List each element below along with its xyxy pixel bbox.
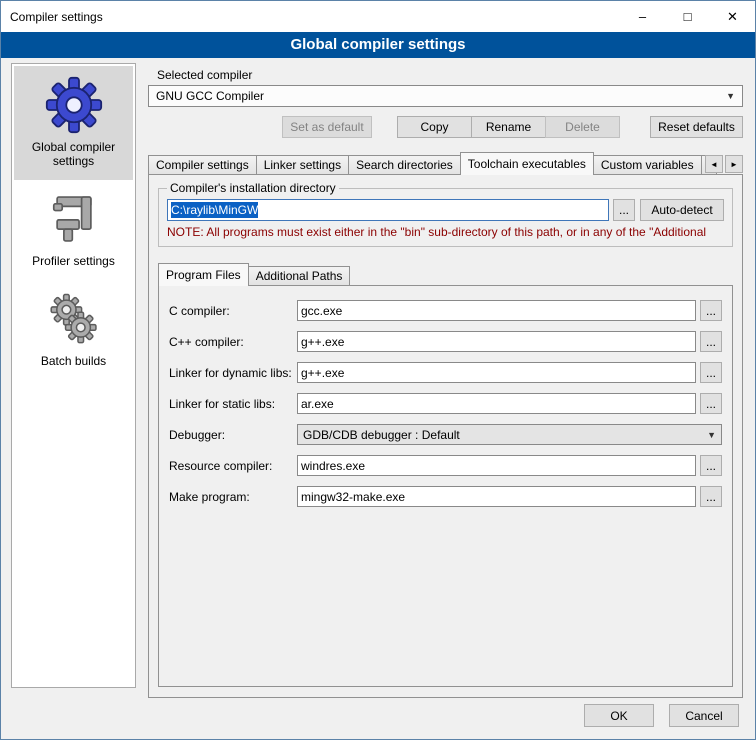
- linker-dynamic-browse-button[interactable]: ...: [700, 362, 722, 383]
- sidebar-item-batch-builds[interactable]: Batch builds: [14, 280, 133, 380]
- field-row: Resource compiler: windres.exe ...: [169, 455, 722, 476]
- stacked-gears-icon: [47, 290, 101, 348]
- field-row: C compiler: gcc.exe ...: [169, 300, 722, 321]
- tab-program-files[interactable]: Program Files: [158, 263, 249, 286]
- set-as-default-button[interactable]: Set as default: [282, 116, 372, 138]
- tab-compiler-settings[interactable]: Compiler settings: [148, 155, 257, 175]
- field-row: C++ compiler: g++.exe ...: [169, 331, 722, 352]
- chevron-down-icon: ▼: [720, 91, 735, 101]
- debugger-select-value: GDB/CDB debugger : Default: [303, 428, 460, 442]
- window-title: Compiler settings: [1, 10, 103, 24]
- close-button[interactable]: ✕: [710, 1, 755, 32]
- program-files-page: C compiler: gcc.exe ... C++ compiler: g+…: [158, 285, 733, 687]
- settings-sidebar: Global compiler settings Profiler se: [11, 63, 136, 688]
- auto-detect-button[interactable]: Auto-detect: [640, 199, 724, 221]
- tab-additional-paths[interactable]: Additional Paths: [248, 266, 351, 286]
- compiler-select[interactable]: GNU GCC Compiler ▼: [148, 85, 743, 107]
- tab-custom-variables[interactable]: Custom variables: [593, 155, 702, 175]
- field-label: C++ compiler:: [169, 335, 297, 349]
- sidebar-item-label: Profiler settings: [32, 254, 115, 268]
- linker-static-value: ar.exe: [301, 397, 334, 411]
- linker-dynamic-value: g++.exe: [301, 366, 344, 380]
- field-row: Debugger: GDB/CDB debugger : Default ▼: [169, 424, 722, 445]
- rename-button[interactable]: Rename: [471, 116, 546, 138]
- sidebar-item-label: Global compiler settings: [16, 140, 131, 168]
- installation-directory-group: Compiler's installation directory C:\ray…: [158, 181, 733, 247]
- make-program-browse-button[interactable]: ...: [700, 486, 722, 507]
- sidebar-item-label: Batch builds: [41, 354, 106, 368]
- dialog-footer: OK Cancel: [1, 698, 755, 739]
- installation-directory-row: C:\raylib\MinGW ... Auto-detect: [167, 199, 724, 221]
- compiler-settings-window: Compiler settings – □ ✕ Global compiler …: [0, 0, 756, 740]
- field-label: Make program:: [169, 490, 297, 504]
- resource-compiler-browse-button[interactable]: ...: [700, 455, 722, 476]
- tab-scroll-left-button[interactable]: ◄: [705, 155, 723, 173]
- linker-static-input[interactable]: ar.exe: [297, 393, 696, 414]
- c-compiler-value: gcc.exe: [301, 304, 342, 318]
- profiler-tool-icon: [47, 190, 101, 248]
- field-label: Debugger:: [169, 428, 297, 442]
- field-label: C compiler:: [169, 304, 297, 318]
- debugger-select[interactable]: GDB/CDB debugger : Default ▼: [297, 424, 722, 445]
- dialog-body: Global compiler settings Profiler se: [1, 58, 755, 698]
- minimize-button[interactable]: –: [620, 1, 665, 32]
- window-controls: – □ ✕: [620, 1, 755, 32]
- resource-compiler-input[interactable]: windres.exe: [297, 455, 696, 476]
- settings-tabstrip: Compiler settings Linker settings Search…: [148, 152, 743, 175]
- compiler-buttons: Set as default Copy Rename Delete Reset …: [148, 116, 743, 138]
- compiler-select-value: GNU GCC Compiler: [156, 89, 264, 103]
- tab-search-directories[interactable]: Search directories: [348, 155, 461, 175]
- page-title: Global compiler settings: [1, 32, 755, 58]
- linker-dynamic-input[interactable]: g++.exe: [297, 362, 696, 383]
- linker-static-browse-button[interactable]: ...: [700, 393, 722, 414]
- tab-toolchain-executables[interactable]: Toolchain executables: [460, 152, 594, 175]
- cpp-compiler-value: g++.exe: [301, 335, 344, 349]
- field-label: Linker for dynamic libs:: [169, 366, 297, 380]
- field-row: Linker for dynamic libs: g++.exe ...: [169, 362, 722, 383]
- installation-directory-group-title: Compiler's installation directory: [167, 181, 339, 195]
- gear-icon: [45, 76, 103, 134]
- install-dir-value: C:\raylib\MinGW: [171, 202, 258, 218]
- selected-compiler-label: Selected compiler: [157, 68, 743, 82]
- note-text: NOTE: All programs must exist either in …: [167, 225, 724, 239]
- install-dir-browse-button[interactable]: ...: [613, 199, 635, 221]
- make-program-value: mingw32-make.exe: [301, 490, 405, 504]
- cpp-compiler-input[interactable]: g++.exe: [297, 331, 696, 352]
- install-dir-input[interactable]: C:\raylib\MinGW: [167, 199, 609, 221]
- c-compiler-input[interactable]: gcc.exe: [297, 300, 696, 321]
- field-label: Resource compiler:: [169, 459, 297, 473]
- cancel-button[interactable]: Cancel: [669, 704, 739, 727]
- maximize-button[interactable]: □: [665, 1, 710, 32]
- titlebar: Compiler settings – □ ✕: [1, 1, 755, 32]
- cpp-compiler-browse-button[interactable]: ...: [700, 331, 722, 352]
- program-files-tabstrip: Program Files Additional Paths: [158, 263, 733, 286]
- field-row: Linker for static libs: ar.exe ...: [169, 393, 722, 414]
- resource-compiler-value: windres.exe: [301, 459, 365, 473]
- make-program-input[interactable]: mingw32-make.exe: [297, 486, 696, 507]
- copy-button[interactable]: Copy: [397, 116, 472, 138]
- tab-scroll-buttons: ◄ ►: [705, 155, 743, 173]
- field-row: Make program: mingw32-make.exe ...: [169, 486, 722, 507]
- field-label: Linker for static libs:: [169, 397, 297, 411]
- chevron-down-icon: ▼: [701, 430, 716, 440]
- toolchain-executables-page: Compiler's installation directory C:\ray…: [148, 174, 743, 698]
- ok-button[interactable]: OK: [584, 704, 654, 727]
- sidebar-item-global-compiler-settings[interactable]: Global compiler settings: [14, 66, 133, 180]
- c-compiler-browse-button[interactable]: ...: [700, 300, 722, 321]
- main-panel: Selected compiler GNU GCC Compiler ▼ Set…: [148, 63, 743, 698]
- tab-linker-settings[interactable]: Linker settings: [256, 155, 349, 175]
- delete-button[interactable]: Delete: [545, 116, 620, 138]
- reset-defaults-button[interactable]: Reset defaults: [650, 116, 743, 138]
- sidebar-item-profiler-settings[interactable]: Profiler settings: [14, 180, 133, 280]
- tab-scroll-right-button[interactable]: ►: [725, 155, 743, 173]
